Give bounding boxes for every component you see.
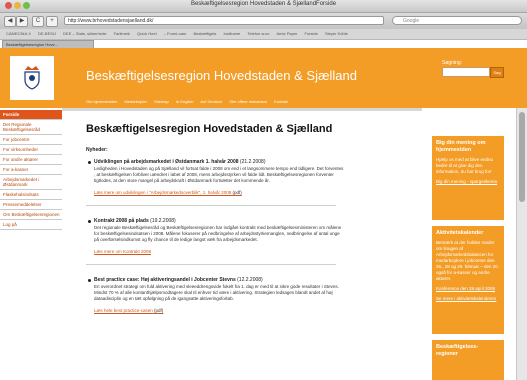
news-item: Best practice case: Høj aktiveringsandel… bbox=[86, 277, 416, 313]
regions-box: Beskæftigelses-regioner bbox=[432, 340, 504, 380]
utility-link[interactable]: Olie offere mekanism bbox=[229, 99, 267, 104]
scrollbar-thumb[interactable] bbox=[519, 112, 525, 202]
browser-search-field[interactable]: Google bbox=[392, 16, 522, 25]
page-title: Beskæftigelsesregion Hovedstaden & Sjæll… bbox=[86, 123, 333, 135]
feedback-box-text: Hjælp os med at blive endnu bedre til at… bbox=[436, 157, 494, 174]
news-body: Det regionale Beskæftigelsesråd og Beskæ… bbox=[94, 225, 342, 242]
nav-item-presse[interactable]: Pressemeddelelser bbox=[0, 200, 62, 210]
bookmark-item[interactable]: DE-BESIJ bbox=[38, 31, 56, 36]
bookmark-item[interactable]: Amtz Paper bbox=[276, 31, 297, 36]
nav-item-log-paa[interactable]: Log på bbox=[0, 220, 62, 230]
site-banner: Beskæftigelsesregion Hovedstaden & Sjæll… bbox=[0, 48, 527, 108]
bookmark-item[interactable]: CAMECINA.X bbox=[6, 31, 31, 36]
browser-window: Beskæftigelsesregion Hovedstaden & Sjæll… bbox=[0, 0, 527, 380]
nav-item-virksomheder[interactable]: For virksomheder bbox=[0, 145, 62, 155]
nav-item-om[interactable]: Om Beskæftigelsesregionen bbox=[0, 210, 62, 220]
utility-link[interactable]: Auf Deutsch bbox=[200, 99, 222, 104]
site-logo[interactable] bbox=[10, 56, 54, 100]
bookmark-item[interactable]: Farlimeik bbox=[114, 31, 130, 36]
bookmark-item[interactable]: Quick Heel bbox=[137, 31, 157, 36]
feedback-box-title: Big din mening om hjemmesiden bbox=[436, 140, 486, 153]
pdf-label: (pdf) bbox=[154, 308, 164, 313]
search-label: Søgning: bbox=[442, 60, 463, 66]
bookmark-item[interactable]: Beskæftigels bbox=[194, 31, 217, 36]
bookmarks-bar: CAMECINA.X DE-BESIJ DEE – Stats, sikkerh… bbox=[0, 29, 527, 40]
crown-crest-icon bbox=[24, 66, 40, 90]
title-bar: Beskæftigelsesregion Hovedstaden & Sjæll… bbox=[0, 0, 527, 13]
forward-button[interactable]: ▶ bbox=[16, 16, 28, 27]
regions-box-title: Beskæftigelses-regioner bbox=[436, 344, 479, 357]
window-title: Beskæftigelsesregion Hovedstaden & Sjæll… bbox=[190, 1, 337, 7]
address-bar[interactable]: http://www.brhovedstadensjaelland.dk/ bbox=[64, 16, 384, 25]
main-content: Beskæftigelsesregion Hovedstaden & Sjæll… bbox=[86, 123, 416, 317]
nav-item-beskaeftigelsesraad[interactable]: Det Regionale Beskæftigelsesråd bbox=[0, 120, 62, 135]
reload-button[interactable]: C bbox=[32, 16, 44, 27]
add-bookmark-button[interactable]: + bbox=[46, 16, 58, 27]
utility-link[interactable]: Kontakt bbox=[274, 99, 288, 104]
nav-item-a-kasser[interactable]: For a-kasser bbox=[0, 165, 62, 175]
activity-calendar-box: Aktivitetskalender Bemærk at der holdes … bbox=[432, 226, 504, 334]
browser-tab[interactable]: Beskæftigelsesregion Hove... bbox=[2, 40, 94, 48]
feedback-box: Big din mening om hjemmesiden Hjælp os m… bbox=[432, 136, 504, 220]
bullet-icon bbox=[88, 220, 91, 223]
conference-link[interactable]: Konference den 28.april 2008 bbox=[436, 286, 500, 292]
site-search-input[interactable] bbox=[442, 67, 490, 77]
pdf-label: (pdf) bbox=[232, 190, 242, 195]
bookmark-item[interactable]: Telefon w.co bbox=[247, 31, 269, 36]
read-more-link[interactable]: Læs hele best practice-casen bbox=[94, 308, 153, 313]
utility-link[interactable]: Sitemap bbox=[154, 99, 169, 104]
feedback-survey-link[interactable]: Big din mening - spørgeskema bbox=[436, 179, 500, 185]
utility-link[interactable]: In English bbox=[176, 99, 194, 104]
site-title: Beskæftigelsesregion Hovedstaden & Sjæll… bbox=[86, 68, 357, 83]
news-body: En overordnet strategi om fuld aktiverin… bbox=[94, 284, 339, 301]
bullet-icon bbox=[88, 279, 91, 282]
site-search-button[interactable]: Søg bbox=[490, 67, 504, 78]
utility-link[interactable]: Om hjemmesiden bbox=[86, 99, 117, 104]
news-body: Ledigheden i Hovedstaden og på Sjælland … bbox=[94, 166, 344, 183]
utility-nav: Om hjemmesiden Medarbejder Sitemap In En… bbox=[86, 99, 294, 104]
read-more-link[interactable]: Læs mere om Kontrakt 2008 bbox=[94, 249, 151, 254]
news-item-header: Best practice case: Høj aktiveringsandel… bbox=[94, 277, 416, 284]
vertical-scrollbar[interactable] bbox=[516, 108, 527, 380]
news-title[interactable]: Best practice case: Høj aktiveringsandel… bbox=[94, 277, 236, 283]
left-navigation: Forside Det Regionale Beskæftigelsesråd … bbox=[0, 110, 62, 230]
back-button[interactable]: ◀ bbox=[4, 16, 16, 27]
divider bbox=[62, 108, 422, 111]
activity-calendar-title: Aktivitetskalender bbox=[436, 230, 484, 236]
news-date: (19.2.2008) bbox=[150, 218, 176, 224]
bookmark-item[interactable]: DEE – Stats, sikkerhede bbox=[63, 31, 106, 36]
utility-link[interactable]: Medarbejder bbox=[124, 99, 146, 104]
nav-item-andre-aktoerer[interactable]: For andre aktører bbox=[0, 155, 62, 165]
bookmark-item[interactable]: – FromLoam bbox=[164, 31, 187, 36]
bullet-icon bbox=[88, 161, 91, 164]
bookmark-item[interactable]: Steyer Köhle bbox=[325, 31, 348, 36]
news-item-header: Kontrakt 2008 på plads (19.2.2008) bbox=[94, 218, 416, 225]
divider bbox=[86, 264, 336, 265]
activity-calendar-text: Bemærk at der holdes møder om linugen af… bbox=[436, 240, 500, 281]
divider bbox=[86, 205, 336, 206]
read-more-row: Læs mere om udviklingen i "Arbejdsmarked… bbox=[94, 190, 416, 195]
nav-item-flaskehals[interactable]: Flaskehalsindsats bbox=[0, 190, 62, 200]
news-date: (21.2.2008) bbox=[239, 159, 266, 165]
read-more-row: Læs hele best practice-casen (pdf) bbox=[94, 308, 416, 313]
news-title[interactable]: Udviklingen på arbejdsmarkedet i Østdanm… bbox=[94, 159, 239, 165]
news-heading: Nyheder: bbox=[86, 147, 108, 153]
read-more-row: Læs mere om Kontrakt 2008 bbox=[94, 249, 416, 254]
browser-toolbar: ◀ ▶ C + http://www.brhovedstadensjaellan… bbox=[0, 13, 527, 29]
bookmark-item[interactable]: Instframe bbox=[224, 31, 241, 36]
web-page: Beskæftigelsesregion Hovedstaden & Sjæll… bbox=[0, 48, 527, 380]
news-item-header: Udviklingen på arbejdsmarkedet i Østdanm… bbox=[94, 159, 416, 166]
read-more-link[interactable]: Læs mere om udviklingen i "Arbejdsmarked… bbox=[94, 190, 231, 195]
nav-item-jobcentre[interactable]: For jobcentre bbox=[0, 135, 62, 145]
news-date: (12.2.2008) bbox=[237, 277, 263, 283]
calendar-link[interactable]: Se mere i aktivitetskalenderen bbox=[436, 296, 500, 302]
news-item: Kontrakt 2008 på plads (19.2.2008) Det r… bbox=[86, 218, 416, 254]
bookmark-item[interactable]: Forside bbox=[305, 31, 318, 36]
news-title[interactable]: Kontrakt 2008 på plads bbox=[94, 218, 149, 224]
nav-item-arbejdsmarkedet[interactable]: Arbejdsmarkedet i Østdanmark bbox=[0, 175, 62, 190]
nav-item-forside[interactable]: Forside bbox=[0, 110, 62, 120]
news-item: Udviklingen på arbejdsmarkedet i Østdanm… bbox=[86, 159, 416, 195]
